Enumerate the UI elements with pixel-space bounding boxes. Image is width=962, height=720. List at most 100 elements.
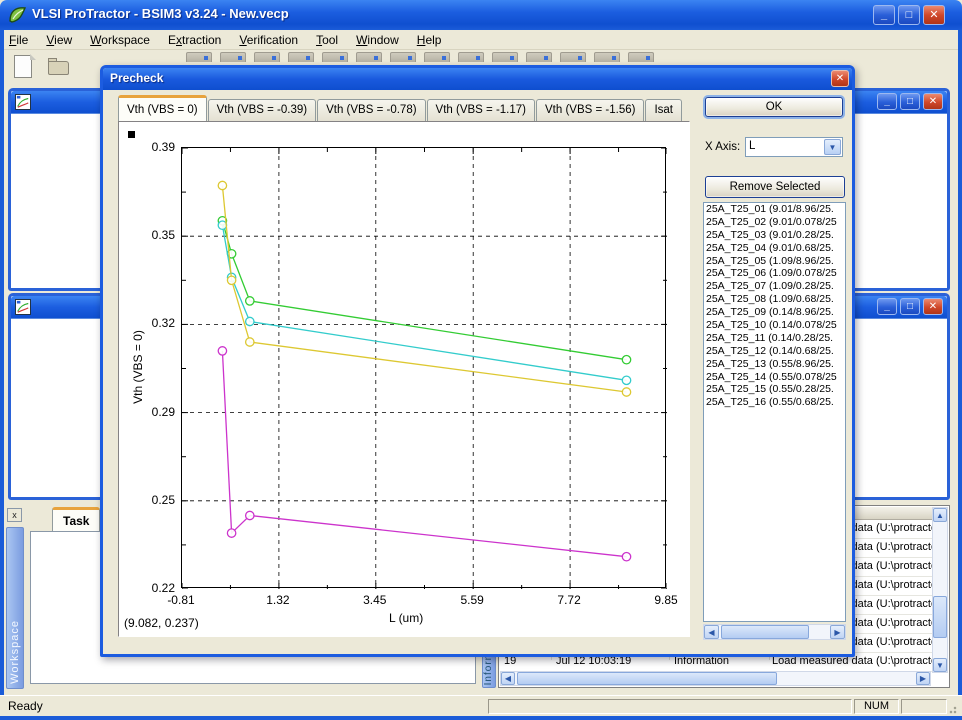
list-item[interactable]: 25A_T25_01 (9.01/8.96/25. <box>704 203 845 216</box>
toolbar-icon[interactable] <box>458 52 484 62</box>
status-pane-2 <box>901 699 947 714</box>
scroll-up-icon[interactable]: ▲ <box>933 508 947 522</box>
list-item[interactable]: 25A_T25_03 (9.01/0.28/25. <box>704 229 845 242</box>
ok-button[interactable]: OK <box>705 97 843 117</box>
menu-workspace[interactable]: Workspace <box>81 30 159 50</box>
toolbar-icon[interactable] <box>356 52 382 62</box>
close-panel-icon[interactable]: x <box>7 508 22 522</box>
window-edge-right <box>958 30 962 716</box>
open-folder-icon[interactable] <box>46 54 72 80</box>
precheck-chart: Vth (VBS = 0) L (um) (9.082, 0.237) 0.39… <box>118 121 690 637</box>
window-edge-bottom <box>0 716 962 720</box>
list-item[interactable]: 25A_T25_06 (1.09/0.078/25 <box>704 267 845 280</box>
toolbar-icon[interactable] <box>186 52 212 62</box>
scroll-left-icon[interactable]: ◀ <box>704 625 719 639</box>
list-item[interactable]: 25A_T25_09 (0.14/8.96/25. <box>704 306 845 319</box>
menu-verification[interactable]: Verification <box>230 30 307 50</box>
menu-window[interactable]: Window <box>347 30 408 50</box>
toolbar-icon[interactable] <box>220 52 246 62</box>
x-axis-label: X Axis: <box>705 141 740 153</box>
chart-window-icon <box>15 94 31 110</box>
tab-vth-vbs-0-[interactable]: Vth (VBS = 0) <box>118 95 207 121</box>
scroll-down-icon[interactable]: ▼ <box>933 658 947 672</box>
status-pane-1 <box>488 699 852 714</box>
toolbar-icon[interactable] <box>322 52 348 62</box>
menu-view[interactable]: View <box>37 30 81 50</box>
child1-close-button[interactable]: ✕ <box>923 93 943 110</box>
precheck-tabs: Vth (VBS = 0)Vth (VBS = -0.39)Vth (VBS =… <box>118 95 683 121</box>
status-num: NUM <box>854 699 899 714</box>
tab-vth-vbs--1.17-[interactable]: Vth (VBS = -1.17) <box>427 99 535 121</box>
toolbar-icon[interactable] <box>254 52 280 62</box>
toolbar-icon[interactable] <box>628 52 654 62</box>
tab-task[interactable]: Task <box>52 507 100 531</box>
x-tick-label: -0.81 <box>155 593 207 607</box>
list-item[interactable]: 25A_T25_07 (1.09/0.28/25. <box>704 280 845 293</box>
child2-maximize-button[interactable]: □ <box>900 298 920 315</box>
list-item[interactable]: 25A_T25_11 (0.14/0.28/25. <box>704 332 845 345</box>
list-item[interactable]: 25A_T25_16 (0.55/0.68/25. <box>704 396 845 409</box>
tab-vth-vbs--0.78-[interactable]: Vth (VBS = -0.78) <box>317 99 425 121</box>
list-item[interactable]: 25A_T25_14 (0.55/0.078/25 <box>704 371 845 384</box>
toolbar-icon[interactable] <box>424 52 450 62</box>
x-axis-combobox[interactable]: L ▼ <box>745 137 843 157</box>
toolbar-icon[interactable] <box>492 52 518 62</box>
y-tick-label: 0.25 <box>119 493 175 507</box>
main-titlebar[interactable]: VLSI ProTractor - BSIM3 v3.24 - New.vecp… <box>0 0 962 30</box>
list-item[interactable]: 25A_T25_05 (1.09/8.96/25. <box>704 255 845 268</box>
list-item[interactable]: 25A_T25_13 (0.55/8.96/25. <box>704 358 845 371</box>
child1-maximize-button[interactable]: □ <box>900 93 920 110</box>
tab-vth-vbs--0.39-[interactable]: Vth (VBS = -0.39) <box>208 99 316 121</box>
toolbar-icon[interactable] <box>560 52 586 62</box>
list-item[interactable]: 25A_T25_15 (0.55/0.28/25. <box>704 383 845 396</box>
scroll-left-icon[interactable]: ◀ <box>501 672 515 685</box>
workspace-tab[interactable]: Workspace <box>6 527 24 689</box>
tab-isat[interactable]: Isat <box>645 99 682 121</box>
remove-selected-button[interactable]: Remove Selected <box>705 176 845 198</box>
plot-area[interactable] <box>181 147 666 588</box>
close-button[interactable]: ✕ <box>923 5 945 25</box>
log-hscroll-thumb[interactable] <box>517 672 777 685</box>
child1-minimize-button[interactable]: _ <box>877 93 897 110</box>
tab-vth-vbs--1.56-[interactable]: Vth (VBS = -1.56) <box>536 99 644 121</box>
y-tick-label: 0.29 <box>119 405 175 419</box>
log-vscroll-thumb[interactable] <box>933 596 947 638</box>
list-hscroll-thumb[interactable] <box>721 625 809 639</box>
list-item[interactable]: 25A_T25_12 (0.14/0.68/25. <box>704 345 845 358</box>
workspace-dock: x Workspace <box>5 505 26 689</box>
minimize-button[interactable]: _ <box>873 5 895 25</box>
chart-window-icon <box>15 299 31 315</box>
list-item[interactable]: 25A_T25_04 (9.01/0.68/25. <box>704 242 845 255</box>
maximize-button[interactable]: □ <box>898 5 920 25</box>
list-item[interactable]: 25A_T25_10 (0.14/0.078/25 <box>704 319 845 332</box>
scroll-right-icon[interactable]: ▶ <box>830 625 845 639</box>
app-logo-icon <box>8 5 28 25</box>
log-vscrollbar[interactable]: ▲ ▼ <box>932 507 948 673</box>
precheck-titlebar[interactable]: Precheck ✕ <box>103 68 852 90</box>
list-hscrollbar[interactable]: ◀ ▶ <box>703 624 846 640</box>
window-title: VLSI ProTractor - BSIM3 v3.24 - New.vecp <box>32 6 289 21</box>
list-item[interactable]: 25A_T25_02 (9.01/0.078/25 <box>704 216 845 229</box>
log-hscrollbar[interactable]: ◀ ▶ <box>500 671 931 686</box>
menu-extraction[interactable]: Extraction <box>159 30 230 50</box>
chevron-down-icon[interactable]: ▼ <box>824 139 841 155</box>
new-document-icon[interactable] <box>10 54 36 80</box>
menu-file[interactable]: File <box>0 30 37 50</box>
toolbar-icon[interactable] <box>288 52 314 62</box>
x-tick-label: 7.72 <box>543 593 595 607</box>
toolbar-icon[interactable] <box>390 52 416 62</box>
menu-help[interactable]: Help <box>408 30 451 50</box>
toolbar-icon[interactable] <box>526 52 552 62</box>
child2-minimize-button[interactable]: _ <box>877 298 897 315</box>
toolbar-icon[interactable] <box>594 52 620 62</box>
x-tick-label: 5.59 <box>446 593 498 607</box>
resize-grip[interactable] <box>949 704 959 714</box>
precheck-close-icon[interactable]: ✕ <box>831 70 849 87</box>
list-item[interactable]: 25A_T25_08 (1.09/0.68/25. <box>704 293 845 306</box>
menu-tool[interactable]: Tool <box>307 30 347 50</box>
device-listbox[interactable]: 25A_T25_01 (9.01/8.96/25.25A_T25_02 (9.0… <box>703 202 846 622</box>
scroll-right-icon[interactable]: ▶ <box>916 672 930 685</box>
plot-svg <box>182 148 667 589</box>
precheck-title: Precheck <box>110 71 163 85</box>
child2-close-button[interactable]: ✕ <box>923 298 943 315</box>
